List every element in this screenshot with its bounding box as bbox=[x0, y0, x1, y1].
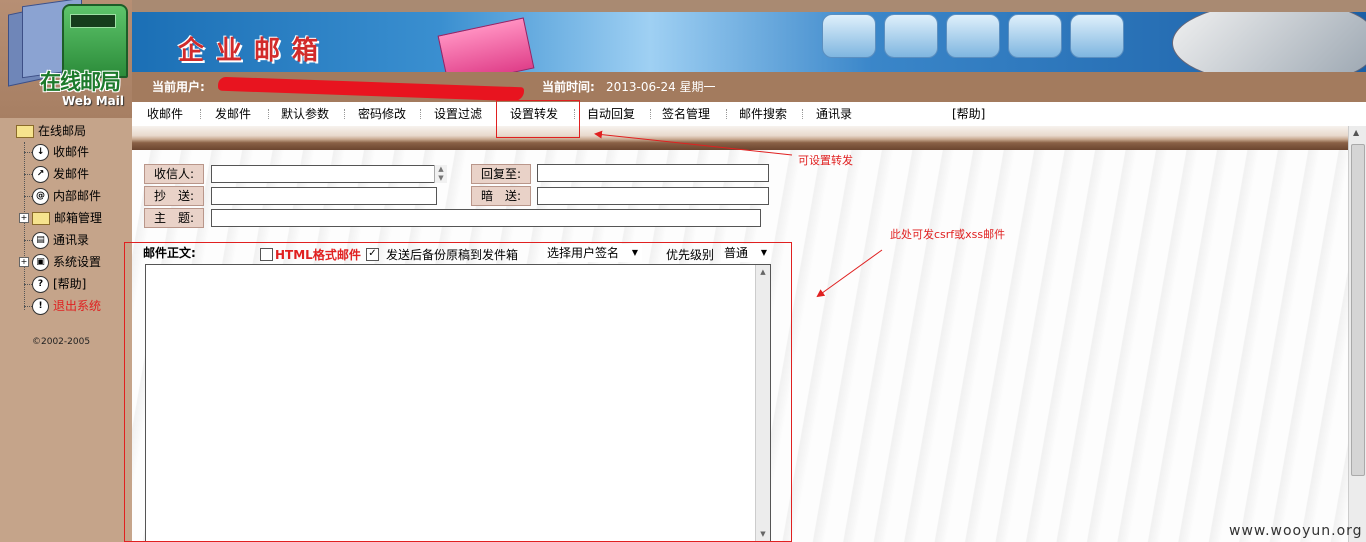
forward-arrow bbox=[594, 130, 793, 156]
csrf-arrow bbox=[816, 249, 883, 298]
forward-note: 可设置转发 bbox=[798, 154, 853, 167]
watermark: www.wooyun.org bbox=[1229, 523, 1363, 539]
page-scrollbar[interactable]: ▲ bbox=[1348, 126, 1366, 542]
csrf-note: 此处可发csrf或xss邮件 bbox=[890, 228, 1006, 241]
scroll-thumb[interactable] bbox=[1351, 144, 1365, 476]
annotation-arrows bbox=[594, 130, 883, 298]
scroll-up-icon[interactable]: ▲ bbox=[1353, 128, 1359, 137]
